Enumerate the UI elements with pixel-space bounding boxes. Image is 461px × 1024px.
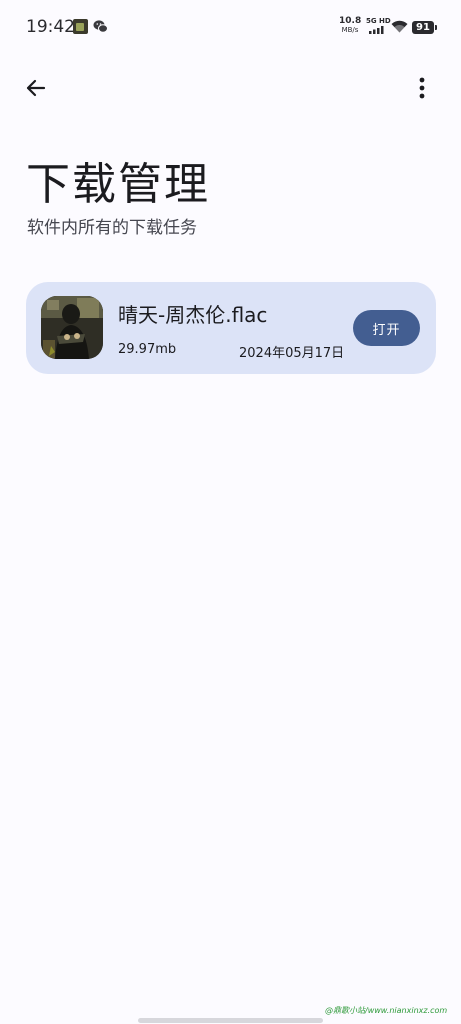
- download-date: 2024年05月17日: [239, 346, 345, 361]
- battery-icon: 91: [412, 21, 437, 34]
- signal-label: 5G HD: [366, 17, 391, 25]
- file-name: 晴天-周杰伦.flac: [118, 303, 268, 327]
- back-button[interactable]: [16, 70, 56, 106]
- open-button[interactable]: 打开: [353, 310, 420, 346]
- more-vert-icon: [419, 77, 425, 99]
- status-bar: 19:42 10.8 MB/s 5G HD 91: [0, 0, 461, 54]
- watermark: @鼎歌小站/www.nianxinxz.com: [325, 1006, 448, 1015]
- album-art: [41, 296, 103, 359]
- network-speed-value: 10.8: [339, 16, 362, 26]
- status-time: 19:42: [26, 17, 75, 37]
- file-size: 29.97mb: [118, 342, 177, 357]
- download-manager-screen: 19:42 10.8 MB/s 5G HD 91 下载管理 软件内所有的下载任务…: [0, 0, 461, 1024]
- arrow-left-icon: [26, 79, 46, 97]
- wifi-icon: [391, 20, 408, 33]
- signal-bars-icon: [369, 26, 384, 34]
- cellular-signal: 5G HD: [366, 17, 391, 35]
- download-item[interactable]: 晴天-周杰伦.flac 29.97mb 2024年05月17日 打开: [26, 282, 436, 374]
- network-speed-unit: MB/s: [341, 26, 359, 34]
- wechat-icon: [93, 19, 108, 34]
- page-subtitle: 软件内所有的下载任务: [27, 218, 197, 238]
- page-title: 下载管理: [26, 159, 210, 210]
- network-speed: 10.8 MB/s: [339, 17, 361, 35]
- photo-notification-icon: [73, 19, 88, 34]
- more-options-button[interactable]: [404, 70, 440, 106]
- home-indicator[interactable]: [138, 1018, 323, 1023]
